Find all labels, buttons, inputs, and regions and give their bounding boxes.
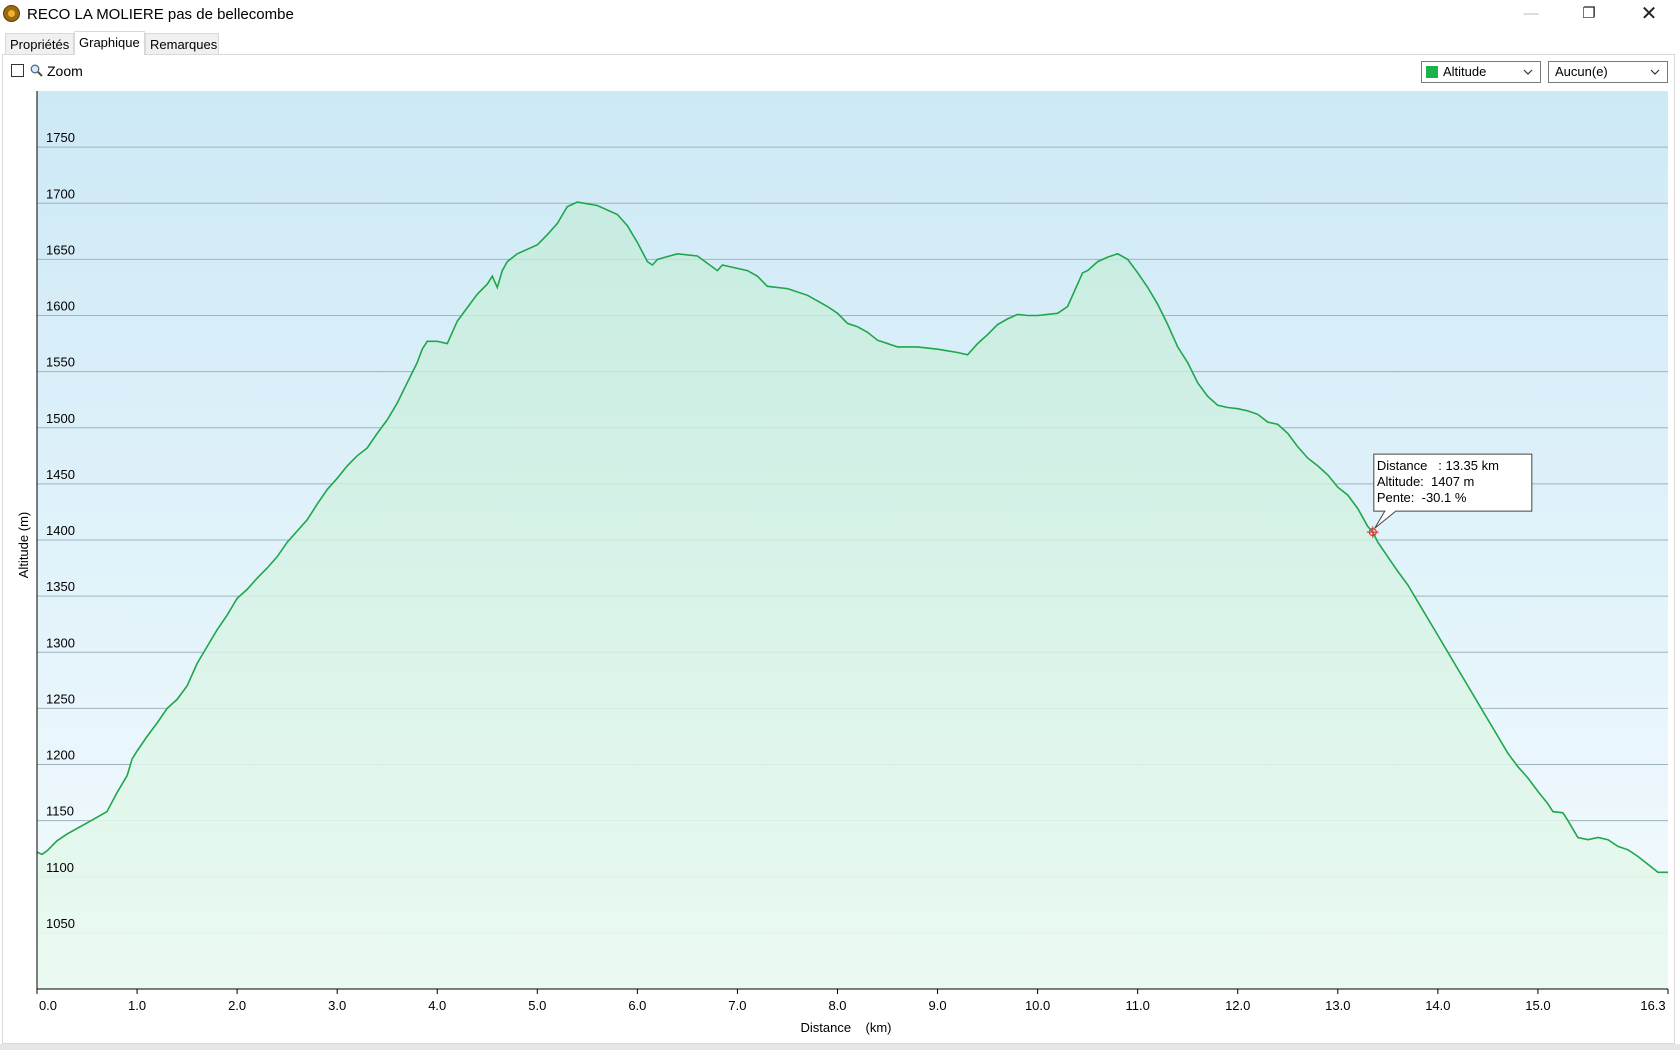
x-tick-label: 16.3 — [1640, 998, 1665, 1013]
y-tick-label: 1300 — [46, 635, 75, 650]
x-tick-label: 12.0 — [1225, 998, 1250, 1013]
x-tick-label: 4.0 — [428, 998, 446, 1013]
tab-graphique[interactable]: Graphique — [74, 31, 145, 55]
x-tick-label: 7.0 — [728, 998, 746, 1013]
x-axis-label: Distance (km) — [800, 1020, 891, 1035]
x-tick-label: 14.0 — [1425, 998, 1450, 1013]
x-tick-labels: 0.0 1.0 2.0 3.0 4.0 5.0 6.0 7.0 8.0 9.0 10.0 11.0 12… — [36, 989, 1669, 1013]
status-strip — [0, 1044, 1680, 1050]
x-tick-label: 0.0 — [39, 998, 57, 1013]
y-tick-label: 1050 — [46, 916, 75, 931]
y-tick-label: 1250 — [46, 691, 75, 706]
tooltip-distance: Distance : 13.35 km — [1377, 458, 1499, 473]
y-tick-label: 1150 — [46, 804, 74, 819]
x-tick-label: 5.0 — [528, 998, 546, 1013]
y-axis-label: Altitude (m) — [16, 512, 31, 578]
tooltip-altitude: Altitude: 1407 m — [1377, 474, 1475, 489]
x-tick-label: 10.0 — [1025, 998, 1050, 1013]
x-tick-label: 13.0 — [1325, 998, 1350, 1013]
y-tick-label: 1600 — [46, 299, 75, 314]
x-tick-label: 11.0 — [1126, 998, 1150, 1013]
y-tick-label: 1500 — [46, 411, 75, 426]
y-tick-labels: 1050 1100 1150 1200 1250 1300 1350 1400 1450 1500… — [46, 130, 75, 931]
y-tick-label: 1100 — [46, 860, 74, 875]
x-tick-label: 8.0 — [828, 998, 846, 1013]
x-tick-label: 3.0 — [328, 998, 346, 1013]
x-tick-label: 9.0 — [929, 998, 947, 1013]
y-tick-label: 1450 — [46, 467, 75, 482]
y-tick-label: 1400 — [46, 523, 75, 538]
y-tick-label: 1700 — [46, 186, 75, 201]
tooltip-slope: Pente: -30.1 % — [1377, 490, 1467, 505]
y-tick-label: 1550 — [46, 355, 75, 370]
x-tick-label: 15.0 — [1525, 998, 1550, 1013]
y-tick-label: 1650 — [46, 242, 75, 257]
x-tick-label: 6.0 — [628, 998, 646, 1013]
altitude-profile-chart[interactable]: 1050 1100 1150 1200 1250 1300 1350 1400 1450 1500… — [0, 0, 1680, 1044]
y-tick-label: 1750 — [46, 130, 75, 145]
x-tick-label: 1.0 — [128, 998, 146, 1013]
y-tick-label: 1200 — [46, 748, 75, 763]
y-tick-label: 1350 — [46, 579, 75, 594]
x-tick-label: 2.0 — [228, 998, 246, 1013]
